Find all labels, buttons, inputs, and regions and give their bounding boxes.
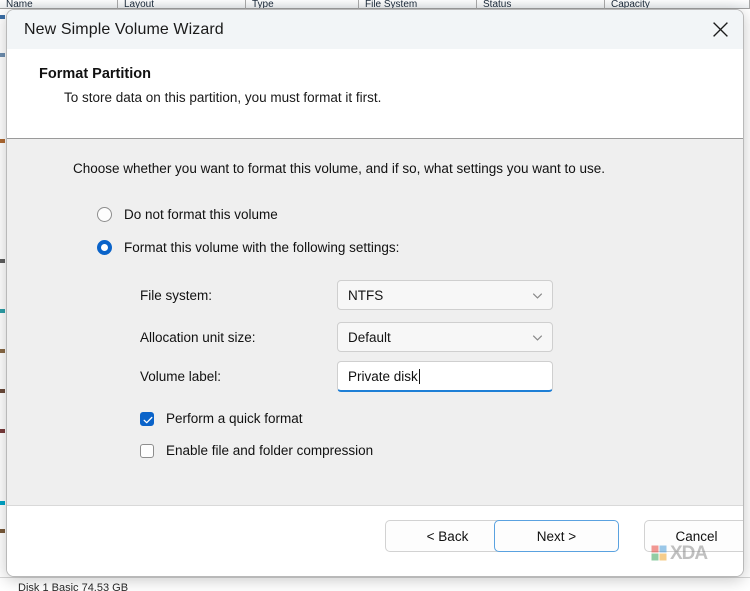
check-icon (143, 416, 153, 423)
radio-label-do-not-format: Do not format this volume (124, 207, 278, 222)
intro-instruction: Choose whether you want to format this v… (73, 161, 606, 176)
label-allocation-unit-size: Allocation unit size: (140, 329, 256, 345)
chevron-down-icon (532, 332, 543, 343)
checkbox-indicator-compression (140, 443, 154, 458)
select-file-system-value: NTFS (348, 287, 384, 303)
background-left-sliver (0, 9, 5, 577)
checkbox-quick-format[interactable]: Perform a quick format (140, 411, 303, 426)
dialog-title: New Simple Volume Wizard (24, 20, 224, 38)
dialog-titlebar[interactable]: New Simple Volume Wizard (7, 10, 743, 49)
page-title: Format Partition (39, 66, 151, 82)
cancel-button[interactable]: Cancel (644, 520, 743, 552)
background-column-header[interactable]: Type (246, 0, 359, 9)
background-disk-list-panel: Disk 1 Basic 74.53 GB (0, 577, 750, 591)
background-column-header-row: Name Layout Type File System Status Capa… (0, 0, 750, 9)
dialog-header-band: Format Partition To store data on this p… (7, 49, 743, 139)
dialog-body: Choose whether you want to format this v… (7, 139, 743, 505)
radio-format-with-settings[interactable]: Format this volume with the following se… (97, 240, 399, 255)
volume-label-input-value: Private disk (348, 368, 418, 384)
field-file-system: File system: NTFS (140, 280, 553, 310)
field-allocation-unit-size: Allocation unit size: Default (140, 322, 553, 352)
radio-do-not-format[interactable]: Do not format this volume (97, 207, 278, 222)
select-allocation-unit-size[interactable]: Default (337, 322, 553, 352)
background-column-header[interactable]: Capacity (605, 0, 750, 9)
label-volume-label: Volume label: (140, 369, 222, 384)
checkbox-indicator-quick-format (140, 411, 154, 426)
back-button[interactable]: < Back (385, 520, 510, 552)
checkbox-compression[interactable]: Enable file and folder compression (140, 443, 373, 458)
text-caret (418, 368, 420, 384)
volume-label-input[interactable]: Private disk (337, 361, 553, 392)
background-disk-row-label: Disk 1 Basic 74.53 GB (18, 583, 129, 591)
background-column-header[interactable]: Layout (118, 0, 246, 9)
dialog-footer: < Back Next > Cancel (7, 505, 743, 576)
chevron-down-icon (532, 290, 543, 301)
background-column-header[interactable]: File System (359, 0, 477, 9)
radio-indicator-do-not-format (97, 207, 112, 222)
background-column-header[interactable]: Name (0, 0, 118, 9)
select-file-system[interactable]: NTFS (337, 280, 553, 310)
select-allocation-unit-size-value: Default (348, 329, 391, 345)
page-subtitle: To store data on this partition, you mus… (64, 90, 382, 105)
new-simple-volume-wizard-dialog: New Simple Volume Wizard Format Partitio… (6, 9, 744, 577)
checkbox-label-compression: Enable file and folder compression (166, 443, 374, 458)
checkbox-label-quick-format: Perform a quick format (166, 411, 303, 426)
radio-label-format-with-settings: Format this volume with the following se… (124, 240, 400, 255)
background-column-header[interactable]: Status (477, 0, 605, 9)
close-icon[interactable] (697, 10, 743, 49)
field-volume-label: Volume label: Private disk (140, 361, 553, 392)
next-button[interactable]: Next > (494, 520, 619, 552)
radio-indicator-format-with-settings (97, 240, 112, 255)
label-file-system: File system: (140, 287, 213, 303)
